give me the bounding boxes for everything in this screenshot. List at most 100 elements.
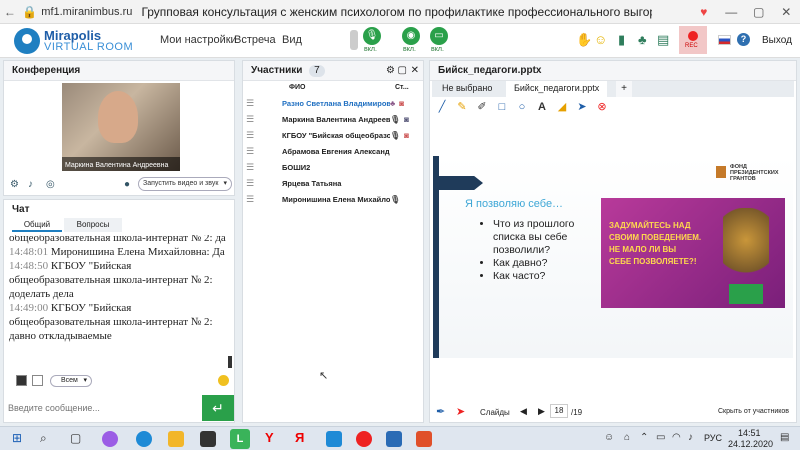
participant-row[interactable]: ☰ Миронишина Елена Михайло... 🎙 <box>243 191 423 207</box>
participant-row[interactable]: ☰ Ярцева Татьяна <box>243 175 423 191</box>
mic-icon[interactable]: 🎙 <box>363 27 381 45</box>
alice-icon[interactable] <box>102 431 118 447</box>
start-video-button[interactable]: Запустить видео и звук ▾ <box>138 177 232 191</box>
laser-pointer-icon[interactable]: ➤ <box>456 405 465 418</box>
usb-tray-icon[interactable]: ⌂ <box>624 432 630 443</box>
minimize-icon[interactable]: — <box>718 5 746 19</box>
stats-icon[interactable]: ▮ <box>618 32 625 48</box>
rectangle-icon[interactable]: □ <box>496 101 508 113</box>
mail-icon[interactable] <box>326 431 342 447</box>
screen-share-icon[interactable]: ▭ <box>430 27 448 45</box>
chat-panel: Чат Общий Вопросы общеобразовательная шк… <box>3 199 235 423</box>
search-icon[interactable]: ⌕ <box>40 431 47 446</box>
bookmark-icon[interactable]: ♥ <box>690 5 718 19</box>
camera-icon[interactable]: ◉ <box>402 27 420 45</box>
marker-icon[interactable]: ✎ <box>456 101 468 113</box>
back-icon[interactable]: ← <box>0 5 20 19</box>
chat-scrollbar[interactable] <box>228 356 232 368</box>
notifications-icon[interactable]: ▤ <box>780 432 789 443</box>
file-explorer-icon[interactable] <box>168 431 184 447</box>
opera-icon[interactable] <box>356 431 372 447</box>
col-name[interactable]: ФИО <box>289 81 305 95</box>
menu-meeting[interactable]: Встреча <box>234 34 276 46</box>
fill-icon[interactable]: ◢ <box>556 101 568 113</box>
hide-from-participants[interactable]: Скрыть от участников <box>718 408 789 415</box>
user-audio-icon[interactable]: ♪ <box>28 179 33 190</box>
user-settings-icon[interactable]: ⚙ <box>10 179 19 190</box>
volume-icon[interactable]: ♪ <box>688 432 693 443</box>
participant-row[interactable]: ☰ КГБОУ "Бийская общеобразо... 🎙 ◙ <box>243 127 423 143</box>
store-icon[interactable] <box>200 431 216 447</box>
tab-not-selected[interactable]: Не выбрано <box>442 83 492 93</box>
yandex-icon[interactable]: Y <box>265 430 274 445</box>
drag-handle-icon[interactable]: ☰ <box>243 146 257 157</box>
exit-button[interactable]: Выход <box>762 35 792 46</box>
battery-icon[interactable]: ▭ <box>656 432 665 443</box>
folder-icon[interactable]: ▤ <box>657 32 669 48</box>
send-button[interactable]: ↵ <box>202 395 234 421</box>
lync-icon[interactable]: L <box>230 429 250 449</box>
emoji-icon[interactable] <box>218 375 229 386</box>
tree-icon[interactable]: ♣ <box>638 32 647 47</box>
participant-row[interactable]: ☰ Абрамова Евгения Александ... <box>243 143 423 159</box>
participant-row[interactable]: ☰ Маркина Валентина Андреевна 🎙 ◙ <box>243 111 423 127</box>
language-indicator[interactable]: РУС <box>704 433 722 443</box>
circle-icon[interactable]: ○ <box>516 101 528 113</box>
tab-general[interactable]: Общий <box>12 218 62 232</box>
text-color-icon[interactable] <box>16 375 27 386</box>
task-view-icon[interactable]: ▢ <box>70 431 81 445</box>
network-icon[interactable]: ◠ <box>672 432 681 443</box>
maximize-icon[interactable]: ▢ <box>398 61 407 81</box>
user-cam-icon[interactable]: ◎ <box>46 179 55 190</box>
volume-slider[interactable] <box>350 30 358 50</box>
drag-handle-icon[interactable]: ☰ <box>243 98 257 109</box>
powerpoint-icon[interactable] <box>416 431 432 447</box>
col-status[interactable]: Ст... <box>395 81 409 95</box>
next-slide-icon[interactable]: ▶ <box>538 406 545 417</box>
tab-questions[interactable]: Вопросы <box>64 218 122 232</box>
drag-handle-icon[interactable]: ☰ <box>243 114 257 125</box>
drag-handle-icon[interactable]: ☰ <box>243 162 257 173</box>
menu-view[interactable]: Вид <box>282 34 302 46</box>
close-icon[interactable]: ✕ <box>773 5 800 19</box>
tab-presentation[interactable]: Бийск_педагоги.pptx <box>506 81 608 97</box>
url-text[interactable]: mf1.miranimbus.ru <box>41 6 141 18</box>
text-tool-icon[interactable]: A <box>536 101 548 113</box>
record-button[interactable]: REC <box>679 26 707 54</box>
emoji-icon[interactable]: ☺ <box>594 32 607 47</box>
clock-date[interactable]: 24.12.2020 <box>728 439 773 449</box>
menu-my-settings[interactable]: Мои настройки <box>160 34 237 46</box>
drag-handle-icon[interactable]: ☰ <box>243 194 257 205</box>
windows-start-icon[interactable]: ⊞ <box>12 431 22 445</box>
raise-hand-icon[interactable]: ✋ <box>576 32 592 48</box>
slide-number-input[interactable]: 18 <box>550 404 568 418</box>
gear-icon[interactable]: ⚙ <box>386 61 395 81</box>
presentation-panel: Бийск_педагоги.pptx Не выбрано Бийск_пед… <box>429 60 797 423</box>
chevron-up-icon[interactable]: ⌃ <box>640 432 648 443</box>
photos-icon[interactable] <box>386 431 402 447</box>
pointer-icon[interactable]: ➤ <box>576 101 588 113</box>
prev-slide-icon[interactable]: ◀ <box>520 406 527 417</box>
slides-label[interactable]: Слайды <box>480 408 510 417</box>
edge-icon[interactable] <box>136 431 152 447</box>
drag-handle-icon[interactable]: ☰ <box>243 178 257 189</box>
pencil-icon[interactable]: ╱ <box>436 101 448 113</box>
language-flag-icon[interactable] <box>718 35 731 45</box>
close-icon[interactable]: ✕ <box>411 61 419 81</box>
message-input[interactable] <box>8 396 200 420</box>
pen-icon[interactable]: ✒ <box>436 405 445 418</box>
clear-icon[interactable]: ⊗ <box>596 101 608 113</box>
person-tray-icon[interactable]: ☺ <box>604 432 614 443</box>
yandex-browser-icon[interactable]: Я <box>295 430 304 445</box>
add-tab-button[interactable]: + <box>616 81 632 97</box>
eraser-icon[interactable]: ✐ <box>476 101 488 113</box>
participant-row[interactable]: ☰ Разно Светлана Владимировна ♣ ◙ <box>243 95 423 111</box>
chat-title: Чат <box>4 200 234 220</box>
help-icon[interactable]: ? <box>737 33 750 46</box>
maximize-icon[interactable]: ▢ <box>745 5 773 19</box>
clock-time[interactable]: 14:51 <box>738 428 761 438</box>
drag-handle-icon[interactable]: ☰ <box>243 130 257 141</box>
bg-color-icon[interactable] <box>32 375 43 386</box>
participant-row[interactable]: ☰ БОШИ2 <box>243 159 423 175</box>
recipient-select[interactable]: Всем ▾ <box>50 375 92 387</box>
